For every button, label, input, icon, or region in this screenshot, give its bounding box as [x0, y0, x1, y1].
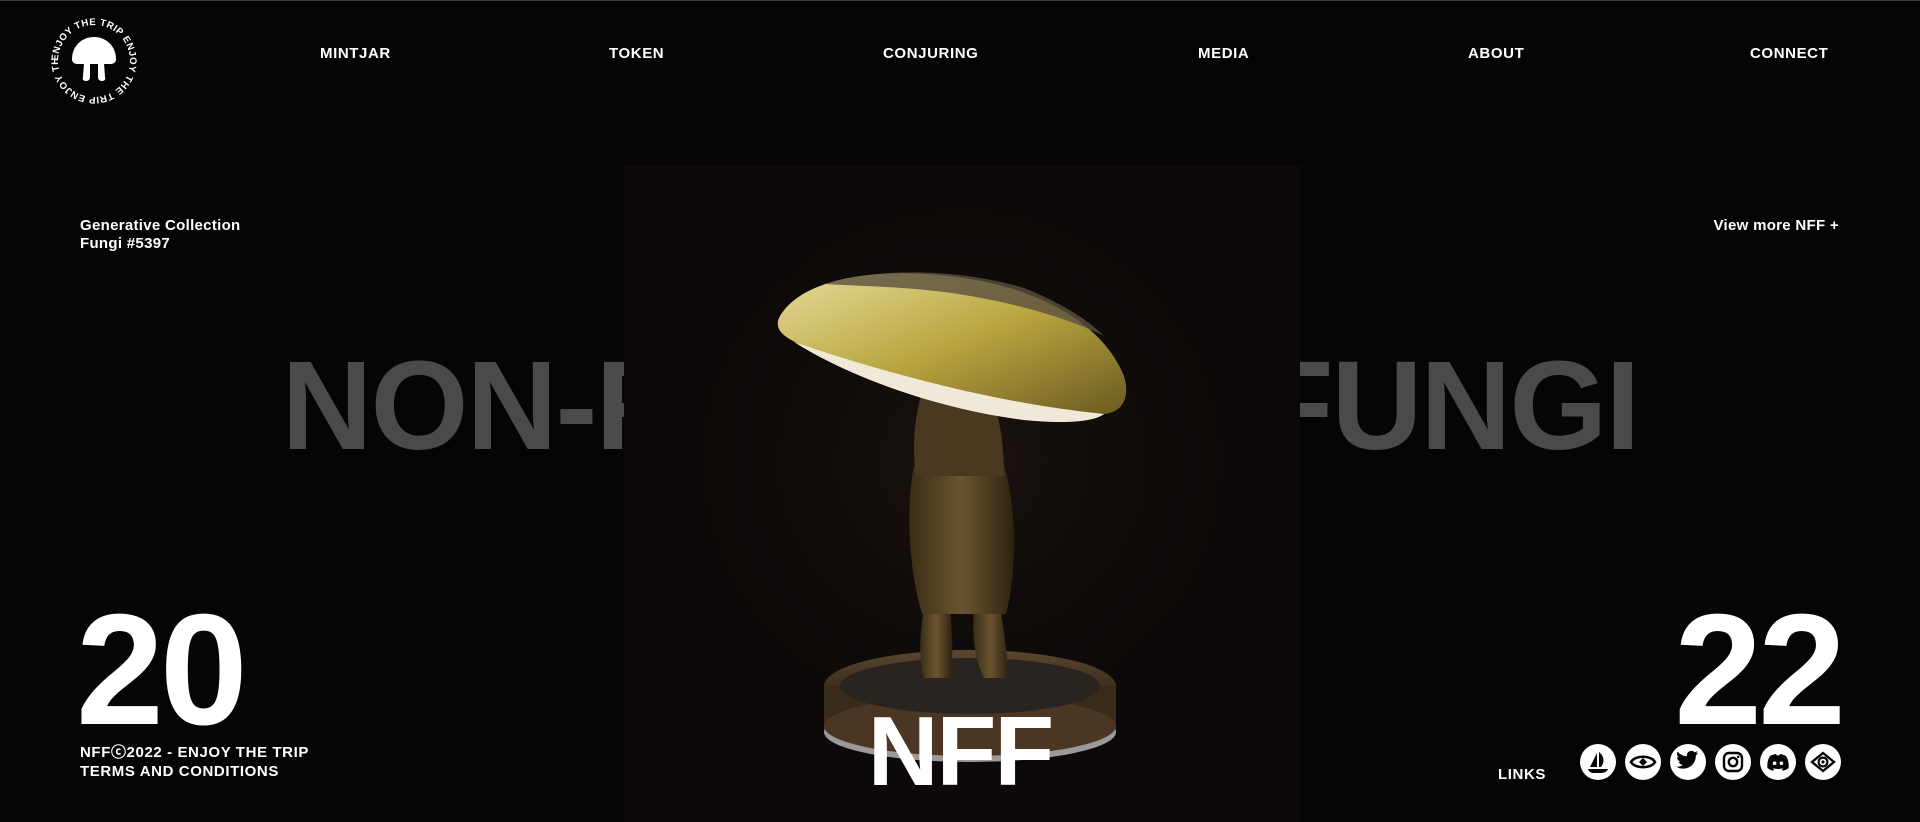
footer-left: NFFⓒ2022 - ENJOY THE TRIP TERMS AND COND…: [80, 743, 309, 781]
page: ENJOY THE TRIP ENJOY THE TRIP ENJOY THE …: [0, 0, 1920, 822]
twitter-icon[interactable]: [1670, 744, 1706, 780]
copyright-text: NFFⓒ2022 - ENJOY THE TRIP: [80, 744, 309, 761]
terms-link[interactable]: TERMS AND CONDITIONS: [80, 762, 309, 781]
magic-eden-icon[interactable]: [1625, 744, 1661, 780]
nav-about[interactable]: ABOUT: [1468, 45, 1524, 62]
collection-type: Generative Collection: [80, 217, 241, 234]
main-nav: MINTJAR TOKEN CONJURING MEDIA ABOUT CONN…: [0, 45, 1920, 65]
discord-icon[interactable]: [1760, 744, 1796, 780]
collection-info: Generative Collection Fungi #5397: [80, 217, 241, 253]
view-more-link[interactable]: View more NFF +: [1713, 217, 1839, 234]
nav-token[interactable]: TOKEN: [609, 45, 664, 62]
nav-media[interactable]: MEDIA: [1198, 45, 1249, 62]
nav-conjuring[interactable]: CONJURING: [883, 45, 978, 62]
nav-connect[interactable]: CONNECT: [1750, 45, 1828, 62]
collection-item-id: Fungi #5397: [80, 235, 170, 252]
opensea-icon[interactable]: [1580, 744, 1616, 780]
instagram-icon[interactable]: [1715, 744, 1751, 780]
nav-mintjar[interactable]: MINTJAR: [320, 45, 391, 62]
links-label: LINKS: [1498, 766, 1546, 783]
looksrare-icon[interactable]: [1805, 744, 1841, 780]
